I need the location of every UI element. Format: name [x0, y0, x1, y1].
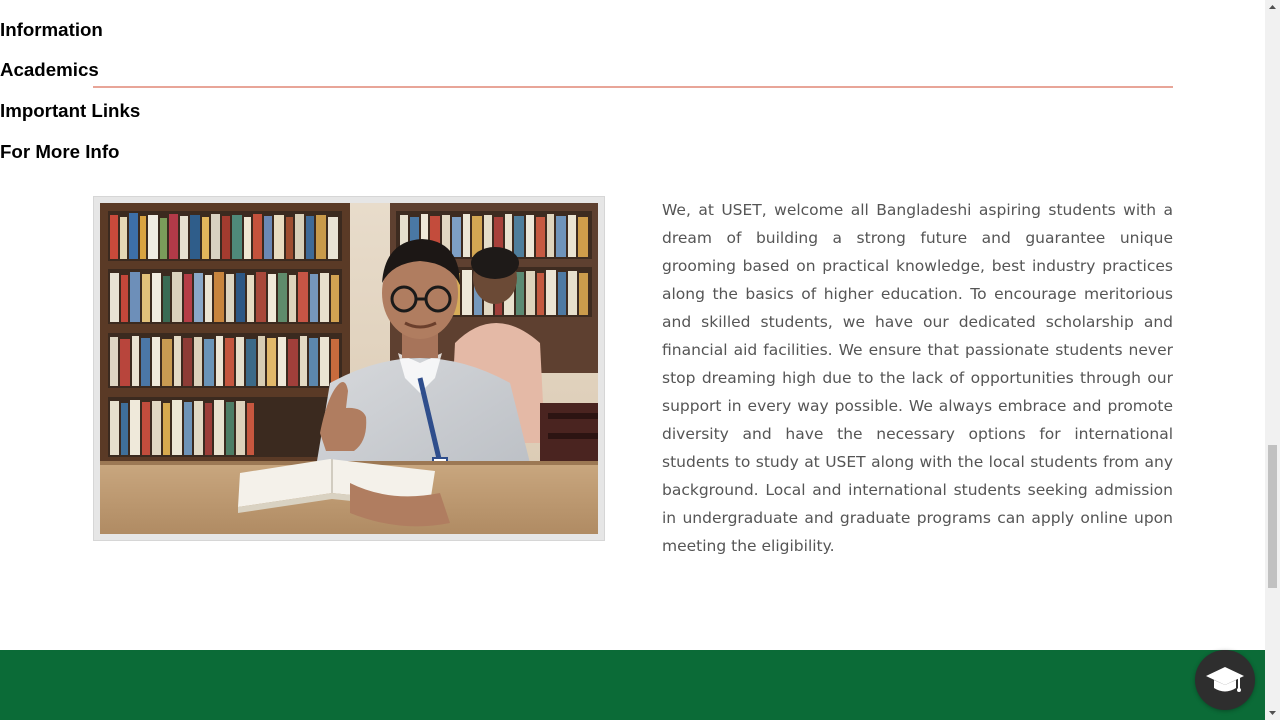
- vertical-scrollbar[interactable]: [1265, 0, 1280, 720]
- floating-apply-button[interactable]: [1195, 650, 1255, 710]
- about-paragraph: We, at USET, welcome all Bangladeshi asp…: [662, 201, 1173, 555]
- triangle-down-icon: [1269, 711, 1276, 715]
- page: We, at USET, welcome all Bangladeshi asp…: [0, 0, 1265, 720]
- about-image: [100, 203, 598, 534]
- scrollbar-thumb[interactable]: [1268, 445, 1277, 588]
- about-image-frame: [93, 196, 605, 541]
- student-library-illustration: [100, 203, 598, 534]
- footer-heading-information: Information: [0, 18, 103, 40]
- scroll-up-button[interactable]: [1265, 0, 1280, 15]
- footer-heading-important-links: Important Links: [0, 100, 141, 122]
- graduation-cap-icon: [1206, 667, 1244, 692]
- footer-heading-academics: Academics: [0, 59, 99, 81]
- scroll-down-button[interactable]: [1265, 705, 1280, 720]
- site-footer: [0, 650, 1265, 720]
- triangle-up-icon: [1269, 5, 1276, 9]
- footer-heading-more-info: For More Info: [0, 140, 120, 162]
- section-divider: [93, 86, 1173, 88]
